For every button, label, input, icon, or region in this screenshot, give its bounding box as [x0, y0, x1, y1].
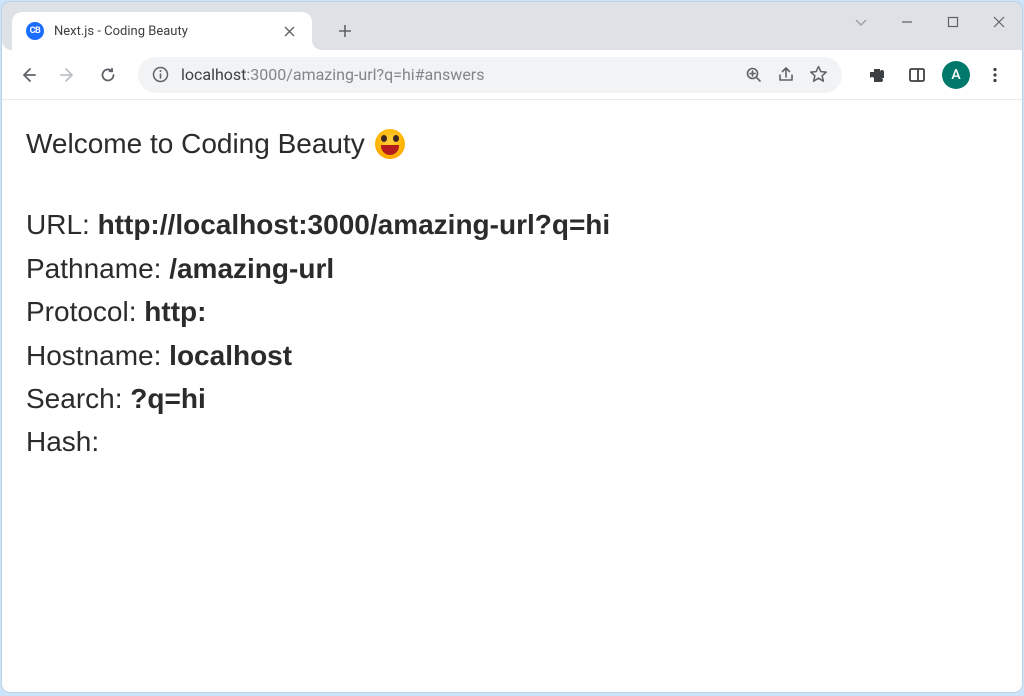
toolbar: localhost:3000/amazing-url?q=hi#answers …: [2, 50, 1022, 100]
value: localhost: [169, 340, 292, 371]
puzzle-icon: [868, 66, 886, 84]
label: Hostname:: [26, 340, 169, 371]
info-row-url: URL: http://localhost:3000/amazing-url?q…: [26, 203, 998, 246]
toolbar-right: A: [854, 60, 1014, 90]
site-info-icon[interactable]: [152, 66, 169, 83]
window-controls: [838, 2, 1022, 42]
value: /amazing-url: [169, 253, 334, 284]
chevron-down-icon: [854, 15, 868, 29]
plus-icon: [338, 24, 352, 38]
zoom-icon[interactable]: [745, 66, 763, 84]
label: Pathname:: [26, 253, 169, 284]
extensions-button[interactable]: [862, 60, 892, 90]
label: Hash:: [26, 426, 99, 457]
page-heading: Welcome to Coding Beauty: [26, 122, 998, 165]
forward-button[interactable]: [50, 57, 86, 93]
back-button[interactable]: [10, 57, 46, 93]
info-row-hostname: Hostname: localhost: [26, 334, 998, 377]
menu-button[interactable]: [980, 60, 1010, 90]
info-row-hash: Hash:: [26, 420, 998, 463]
label: Protocol:: [26, 296, 144, 327]
url-host: localhost: [181, 65, 246, 84]
label: Search:: [26, 383, 130, 414]
avatar-letter: A: [951, 67, 960, 83]
close-tab-button[interactable]: [280, 22, 298, 40]
close-icon: [993, 16, 1005, 28]
url-text: localhost:3000/amazing-url?q=hi#answers: [181, 65, 733, 84]
new-tab-button[interactable]: [330, 16, 360, 46]
side-panel-button[interactable]: [902, 60, 932, 90]
favicon-icon: CB: [26, 22, 44, 40]
tab-search-button[interactable]: [838, 2, 884, 42]
page-content: Welcome to Coding Beauty URL: http://loc…: [2, 100, 1022, 692]
kebab-menu-icon: [986, 66, 1004, 84]
titlebar: CB Next.js - Coding Beauty: [2, 2, 1022, 50]
browser-tab[interactable]: CB Next.js - Coding Beauty: [12, 12, 312, 50]
value: ?q=hi: [130, 383, 205, 414]
minimize-icon: [901, 16, 913, 28]
value: http://localhost:3000/amazing-url?q=hi: [98, 209, 611, 240]
close-icon: [284, 26, 295, 37]
profile-avatar[interactable]: A: [942, 61, 970, 89]
address-bar[interactable]: localhost:3000/amazing-url?q=hi#answers: [138, 57, 842, 93]
minimize-button[interactable]: [884, 2, 930, 42]
omnibox-actions: [745, 65, 828, 84]
heading-text: Welcome to Coding Beauty: [26, 122, 365, 165]
bookmark-star-icon[interactable]: [809, 65, 828, 84]
side-panel-icon: [908, 66, 926, 84]
smiley-emoji-icon: [375, 129, 405, 159]
value: http:: [144, 296, 206, 327]
arrow-right-icon: [59, 66, 77, 84]
close-window-button[interactable]: [976, 2, 1022, 42]
share-icon[interactable]: [777, 66, 795, 84]
reload-icon: [99, 66, 117, 84]
arrow-left-icon: [19, 66, 37, 84]
tab-title: Next.js - Coding Beauty: [54, 24, 270, 39]
reload-button[interactable]: [90, 57, 126, 93]
url-path: :3000/amazing-url?q=hi#answers: [246, 65, 484, 84]
info-row-protocol: Protocol: http:: [26, 290, 998, 333]
info-row-search: Search: ?q=hi: [26, 377, 998, 420]
browser-window: CB Next.js - Coding Beauty: [2, 2, 1022, 692]
info-row-pathname: Pathname: /amazing-url: [26, 247, 998, 290]
maximize-button[interactable]: [930, 2, 976, 42]
maximize-icon: [947, 16, 959, 28]
label: URL:: [26, 209, 98, 240]
